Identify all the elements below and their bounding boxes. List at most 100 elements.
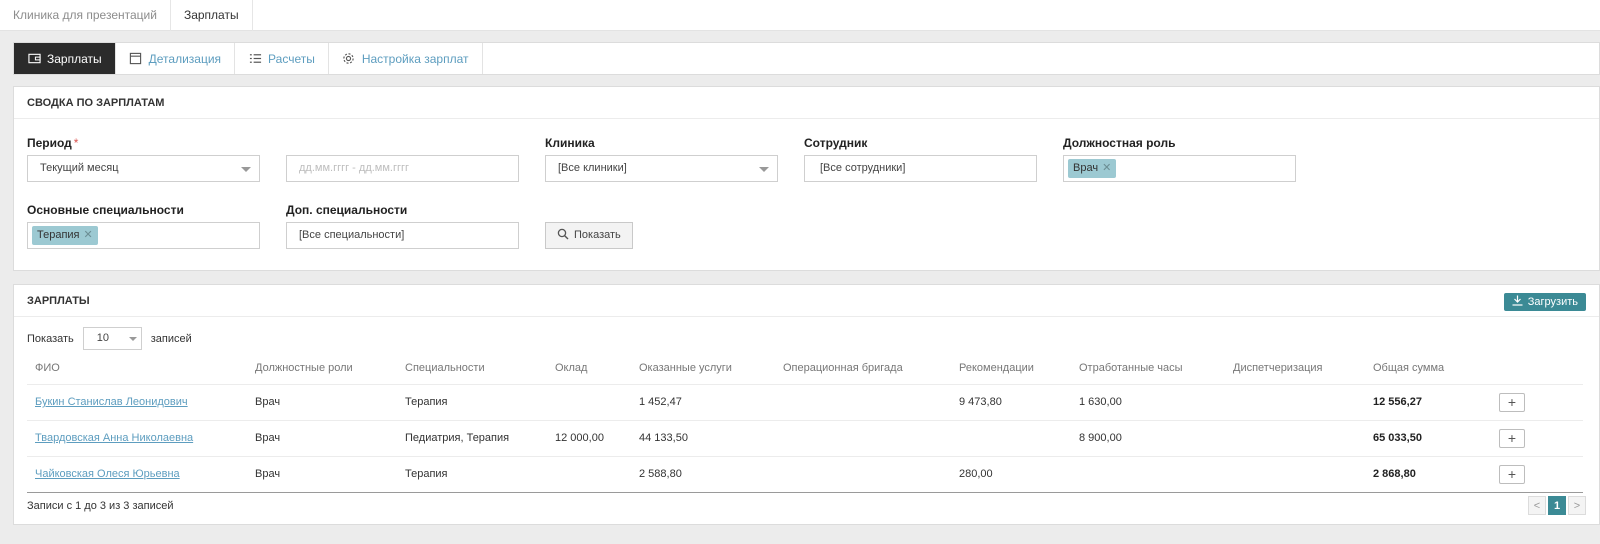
col-header-actions: [1491, 352, 1583, 384]
col-header-brigade[interactable]: Операционная бригада: [775, 352, 951, 384]
page-size-select[interactable]: 10: [82, 327, 142, 350]
date-range-input[interactable]: дд.мм.гггг - дд.мм.гггг: [286, 155, 519, 182]
cell-dispatch: [1225, 383, 1365, 420]
gear-icon: [342, 52, 356, 66]
employee-label: Сотрудник: [804, 136, 868, 150]
tab-calculations[interactable]: Расчеты: [235, 43, 329, 74]
cell-total: 65 033,50: [1365, 419, 1491, 456]
main-spec-multiselect[interactable]: Терапия ✕: [27, 222, 260, 249]
summary-panel: СВОДКА ПО ЗАРПЛАТАМ Период * Текущий меся…: [13, 86, 1600, 271]
col-header-dispatch[interactable]: Диспетчеризация: [1225, 352, 1365, 384]
close-icon[interactable]: ✕: [84, 229, 93, 241]
col-header-recommendations[interactable]: Рекомендации: [951, 352, 1071, 384]
table-row: Чайковская Олеся Юрьевна Врач Терапия 2 …: [27, 455, 1583, 493]
plus-icon: +: [1507, 430, 1517, 446]
chevron-down-icon: [759, 167, 769, 172]
table-row: Твардовская Анна Николаевна Врач Педиатр…: [27, 419, 1583, 456]
pager-prev[interactable]: <: [1528, 496, 1546, 515]
section-tabs: Зарплаты Детализация Расчеты Настройка з…: [13, 42, 1600, 75]
tab-salary-settings[interactable]: Настройка зарплат: [329, 43, 483, 74]
expand-button[interactable]: +: [1499, 428, 1525, 448]
wallet-icon: [27, 52, 41, 66]
col-header-total[interactable]: Общая сумма: [1365, 352, 1491, 384]
table-header-row: ФИО Должностные роли Специальности Оклад…: [27, 352, 1583, 384]
tab-salary-settings-label: Настройка зарплат: [361, 51, 469, 66]
cell-role: Врач: [247, 419, 397, 456]
main-spec-tag[interactable]: Терапия ✕: [32, 226, 98, 245]
tab-calculations-label: Расчеты: [268, 51, 315, 66]
cell-total: 2 868,80: [1365, 455, 1491, 493]
cell-dispatch: [1225, 419, 1365, 456]
salaries-panel: ЗАРПЛАТЫ Загрузить Показать 10 записей Ф…: [13, 284, 1600, 525]
cell-recommend: 280,00: [951, 455, 1071, 493]
cell-role: Врач: [247, 383, 397, 420]
cell-salary: [547, 455, 631, 493]
cell-role: Врач: [247, 455, 397, 493]
role-label: Должностная роль: [1063, 136, 1176, 150]
show-label: Показать: [27, 332, 74, 345]
chevron-down-icon: [241, 167, 251, 172]
salaries-title: ЗАРПЛАТЫ: [27, 295, 90, 307]
cell-services: 1 452,47: [631, 383, 775, 420]
upload-button[interactable]: Загрузить: [1503, 293, 1586, 311]
tab-details[interactable]: Детализация: [116, 43, 236, 74]
plus-icon: +: [1507, 466, 1517, 482]
close-icon[interactable]: ✕: [1102, 162, 1111, 174]
cell-services: 2 588,80: [631, 455, 775, 493]
cell-total: 12 556,27: [1365, 383, 1491, 420]
salaries-table: ФИО Должностные роли Специальности Оклад…: [27, 352, 1583, 493]
cell-brigade: [775, 455, 951, 493]
summary-title: СВОДКА ПО ЗАРПЛАТАМ: [14, 87, 1599, 119]
role-multiselect[interactable]: Врач ✕: [1063, 155, 1296, 182]
employee-link[interactable]: Букин Станислав Леонидович: [35, 396, 188, 408]
clinic-select[interactable]: [Все клиники]: [545, 155, 778, 182]
show-button[interactable]: Показать: [545, 222, 633, 249]
tab-details-label: Детализация: [148, 51, 222, 66]
top-tab-clinic[interactable]: Клиника для презентаций: [0, 0, 171, 31]
extra-spec-select[interactable]: [Все специальности]: [286, 222, 519, 249]
search-icon: [557, 228, 569, 240]
col-header-name[interactable]: ФИО: [27, 352, 247, 384]
calendar-icon: [129, 52, 143, 66]
records-label: записей: [150, 332, 192, 345]
cell-hours: 8 900,00: [1071, 419, 1225, 456]
employee-select[interactable]: [Все сотрудники]: [804, 155, 1037, 182]
salaries-header: ЗАРПЛАТЫ Загрузить: [14, 285, 1599, 317]
cell-hours: [1071, 455, 1225, 493]
records-info: Записи с 1 до 3 из 3 записей: [27, 500, 174, 512]
list-icon: [248, 52, 262, 66]
cell-dispatch: [1225, 455, 1365, 493]
pager-page-1[interactable]: 1: [1548, 496, 1566, 515]
cell-recommend: 9 473,80: [951, 383, 1071, 420]
cell-recommend: [951, 419, 1071, 456]
col-header-services[interactable]: Оказанные услуги: [631, 352, 775, 384]
pager-next[interactable]: >: [1568, 496, 1586, 515]
plus-icon: +: [1507, 394, 1517, 410]
period-select[interactable]: Текущий месяц: [27, 155, 260, 182]
cell-salary: 12 000,00: [547, 419, 631, 456]
cell-brigade: [775, 383, 951, 420]
top-tabs-bar: Клиника для презентаций Зарплаты: [0, 0, 1600, 31]
expand-button[interactable]: +: [1499, 392, 1525, 412]
required-mark: *: [73, 136, 79, 150]
download-icon: [1512, 295, 1523, 306]
cell-spec: Педиатрия, Терапия: [397, 419, 547, 456]
employee-link[interactable]: Твардовская Анна Николаевна: [35, 432, 193, 444]
pagination: < 1 >: [1526, 496, 1586, 515]
extra-spec-label: Доп. специальности: [286, 203, 408, 217]
expand-button[interactable]: +: [1499, 464, 1525, 484]
cell-services: 44 133,50: [631, 419, 775, 456]
col-header-salary[interactable]: Оклад: [547, 352, 631, 384]
clinic-label: Клиника: [545, 136, 595, 150]
col-header-hours[interactable]: Отработанные часы: [1071, 352, 1225, 384]
employee-link[interactable]: Чайковская Олеся Юрьевна: [35, 468, 180, 480]
main-spec-label: Основные специальности: [27, 203, 184, 217]
cell-spec: Терапия: [397, 383, 547, 420]
col-header-roles[interactable]: Должностные роли: [247, 352, 397, 384]
role-tag[interactable]: Врач ✕: [1068, 159, 1117, 178]
top-tab-salaries[interactable]: Зарплаты: [171, 0, 253, 31]
table-row: Букин Станислав Леонидович Врач Терапия …: [27, 383, 1583, 420]
tab-salaries[interactable]: Зарплаты: [14, 43, 116, 74]
col-header-specialties[interactable]: Специальности: [397, 352, 547, 384]
tab-salaries-label: Зарплаты: [47, 51, 102, 66]
